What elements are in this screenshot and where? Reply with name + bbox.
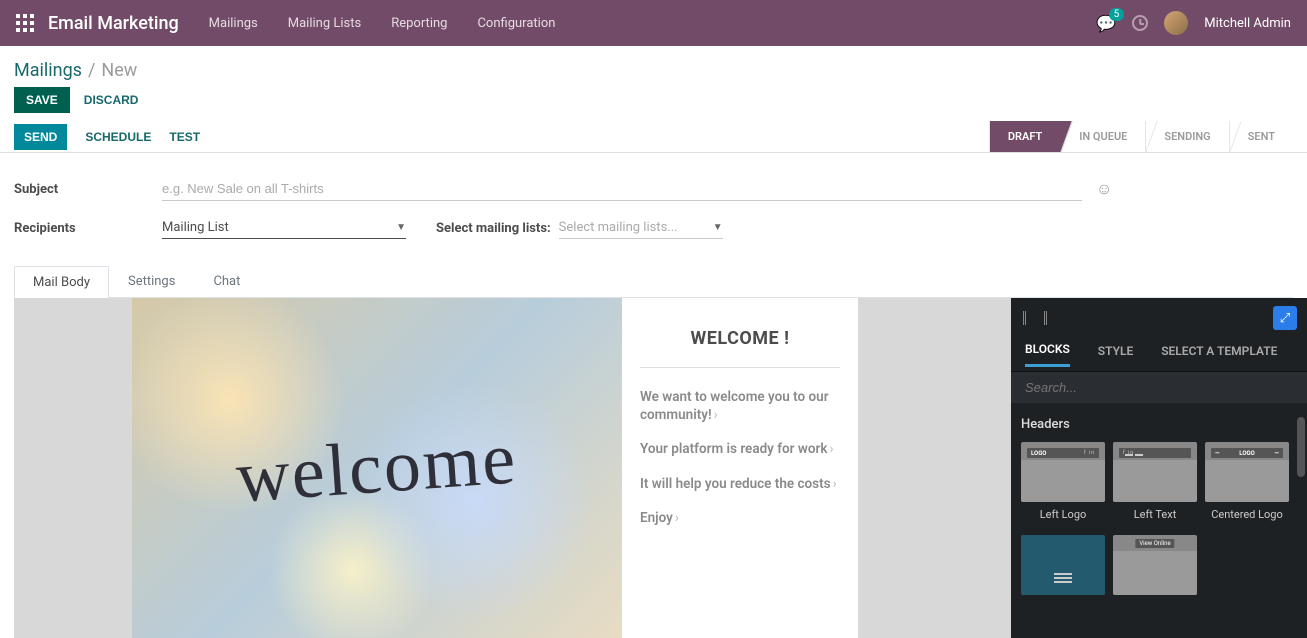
chevron-down-icon: ▼ [396, 222, 406, 233]
chevron-right-icon: › [833, 476, 837, 492]
chat-icon[interactable]: 💬 5 [1096, 14, 1116, 33]
chevron-right-icon: › [829, 441, 833, 457]
tab-chat[interactable]: Chat [194, 265, 259, 297]
chevron-right-icon: › [714, 407, 718, 423]
body-tabs: Mail Body Settings Chat [14, 265, 1293, 298]
welcome-p2: Your platform is ready for work› [640, 440, 840, 458]
nav-configuration[interactable]: Configuration [477, 16, 555, 31]
mail-preview[interactable]: welcome WELCOME ! We want to welcome you… [14, 298, 1011, 638]
welcome-script-text: welcome [234, 416, 520, 520]
select-lists-select[interactable]: Select mailing lists... ▼ [559, 217, 723, 239]
stage-draft[interactable]: DRAFT [989, 121, 1060, 152]
breadcrumb-sep: / [88, 60, 95, 81]
nav-mailings[interactable]: Mailings [209, 16, 258, 31]
block-left-logo[interactable]: LOGOf in Left Logo [1021, 442, 1105, 527]
subject-row: Subject ☺ [14, 177, 1293, 201]
activity-icon[interactable] [1132, 15, 1148, 31]
tab-mail-body[interactable]: Mail Body [14, 266, 109, 298]
editor-sidebar: ⤢ BLOCKS STYLE SELECT A TEMPLATE Headers… [1011, 298, 1307, 638]
editor-tab-template[interactable]: SELECT A TEMPLATE [1161, 344, 1277, 366]
schedule-button[interactable]: SCHEDULE [85, 130, 151, 144]
editor-top: ⤢ [1011, 298, 1307, 338]
body-area: welcome WELCOME ! We want to welcome you… [14, 298, 1307, 638]
editor-tab-style[interactable]: STYLE [1098, 344, 1133, 366]
send-button[interactable]: SEND [14, 124, 67, 150]
block-grid: LOGOf in Left Logo f in Left Text —LOGO—… [1021, 442, 1297, 595]
select-lists-label: Select mailing lists: [436, 221, 551, 236]
nav-links: Mailings Mailing Lists Reporting Configu… [209, 16, 556, 31]
editor-search-input[interactable] [1011, 372, 1307, 403]
expand-icon[interactable]: ⤢ [1273, 306, 1297, 330]
welcome-p3: It will help you reduce the costs› [640, 475, 840, 493]
tab-settings[interactable]: Settings [109, 265, 194, 297]
breadcrumb-current: New [101, 60, 137, 81]
brand-title: Email Marketing [48, 13, 179, 34]
recipients-select[interactable]: Mailing List ▼ [162, 217, 406, 239]
recipients-label: Recipients [14, 221, 162, 236]
top-right: 💬 5 Mitchell Admin [1096, 11, 1291, 35]
subject-input[interactable] [162, 177, 1082, 201]
chat-badge: 5 [1109, 8, 1125, 21]
recipients-row: Recipients Mailing List ▼ Select mailing… [14, 217, 1293, 239]
test-button[interactable]: TEST [169, 130, 200, 144]
nav-mailing-lists[interactable]: Mailing Lists [288, 16, 361, 31]
discard-button[interactable]: DISCARD [84, 93, 139, 107]
select-lists-placeholder: Select mailing lists... [559, 220, 678, 235]
stage-sending[interactable]: SENDING [1145, 121, 1228, 152]
save-button[interactable]: SAVE [14, 87, 70, 113]
undo-icon[interactable] [1023, 311, 1026, 325]
welcome-p1: We want to welcome you to our community!… [640, 388, 840, 424]
stage-in-queue[interactable]: IN QUEUE [1060, 121, 1145, 152]
welcome-heading: WELCOME ! [640, 328, 840, 349]
status-row: SEND SCHEDULE TEST DRAFT IN QUEUE SENDIN… [0, 121, 1307, 153]
divider [640, 367, 840, 368]
status-stages: DRAFT IN QUEUE SENDING SENT [989, 121, 1293, 152]
chevron-down-icon: ▼ [713, 222, 723, 233]
editor-body: Headers LOGOf in Left Logo f in Left Tex… [1011, 403, 1307, 638]
emoji-icon[interactable]: ☺ [1096, 179, 1112, 199]
chevron-right-icon: › [675, 510, 679, 526]
block-left-text[interactable]: f in Left Text [1113, 442, 1197, 527]
breadcrumb: Mailings / New [0, 46, 1307, 87]
welcome-p4: Enjoy› [640, 509, 840, 527]
welcome-text-panel: WELCOME ! We want to welcome you to our … [622, 298, 858, 638]
username[interactable]: Mitchell Admin [1204, 16, 1291, 31]
block-teal-hamburger[interactable] [1021, 535, 1105, 595]
breadcrumb-root[interactable]: Mailings [14, 60, 82, 81]
block-view-online[interactable]: View Online [1113, 535, 1197, 595]
editor-section-headers: Headers [1021, 417, 1297, 432]
welcome-image: welcome [132, 298, 622, 638]
nav-reporting[interactable]: Reporting [391, 16, 447, 31]
avatar[interactable] [1164, 11, 1188, 35]
status-actions: SEND SCHEDULE TEST [14, 121, 200, 152]
form: Subject ☺ Recipients Mailing List ▼ Sele… [0, 153, 1307, 265]
editor-tabs: BLOCKS STYLE SELECT A TEMPLATE [1011, 338, 1307, 372]
block-centered-logo[interactable]: —LOGO— Centered Logo [1205, 442, 1289, 527]
button-row: SAVE DISCARD [0, 87, 1307, 121]
redo-icon[interactable] [1044, 311, 1047, 325]
editor-tab-blocks[interactable]: BLOCKS [1025, 342, 1070, 367]
subject-label: Subject [14, 182, 162, 197]
top-nav: Email Marketing Mailings Mailing Lists R… [0, 0, 1307, 46]
scrollbar[interactable] [1297, 417, 1305, 477]
apps-icon[interactable] [16, 14, 34, 32]
recipients-value: Mailing List [162, 220, 229, 235]
